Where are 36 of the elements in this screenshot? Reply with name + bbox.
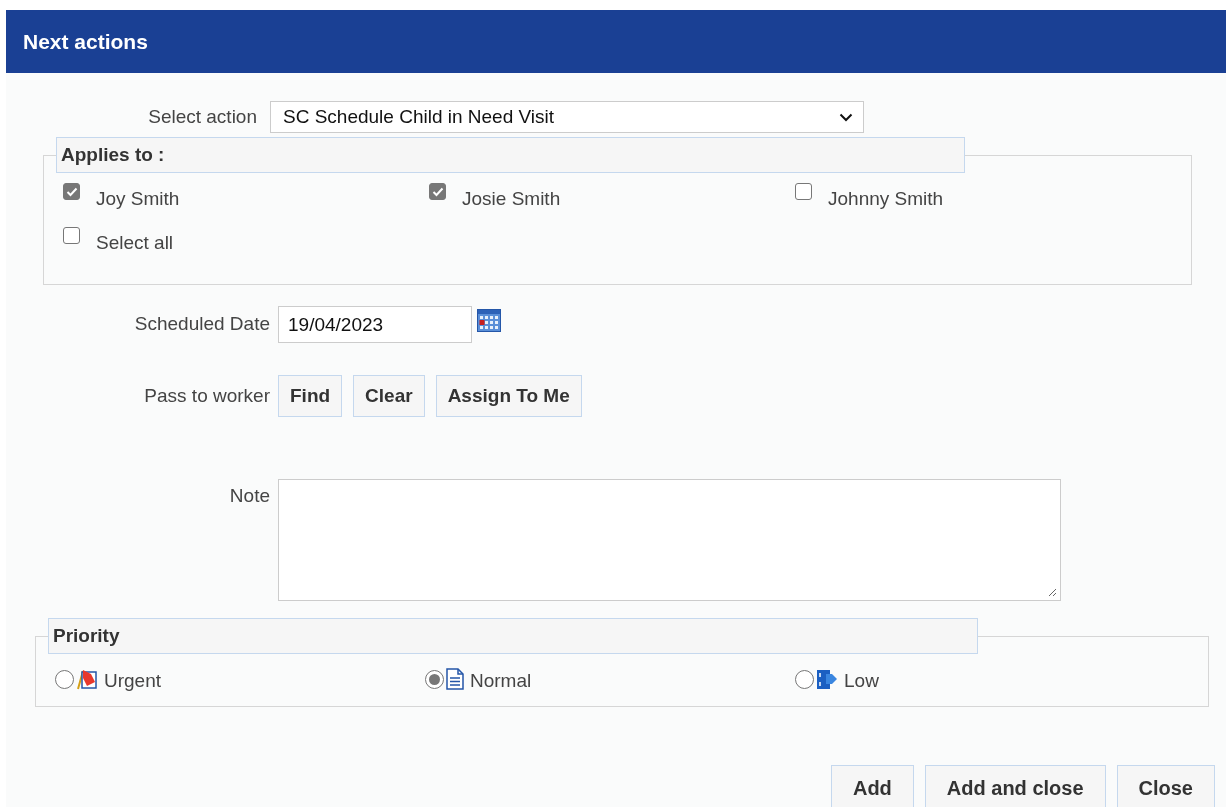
checkbox-label: Select all bbox=[96, 232, 174, 254]
radio-button[interactable] bbox=[795, 669, 814, 689]
field-label: Pass to worker bbox=[143, 385, 270, 407]
worker-button[interactable]: Clear bbox=[353, 375, 425, 417]
section-title: Priority bbox=[53, 625, 120, 647]
dialog-button[interactable]: Close bbox=[1116, 765, 1215, 807]
checkbox[interactable] bbox=[795, 183, 812, 200]
radio-button[interactable] bbox=[55, 669, 74, 689]
checkbox[interactable] bbox=[429, 183, 446, 200]
checkbox[interactable] bbox=[63, 183, 80, 200]
checkbox-label: Josie Smith bbox=[462, 188, 561, 210]
radio-button[interactable] bbox=[425, 669, 444, 689]
document-arrow-icon bbox=[816, 668, 838, 690]
section-title: Applies to : bbox=[61, 144, 165, 166]
date-field[interactable]: 19/04/2023 bbox=[278, 306, 472, 343]
action-dropdown[interactable]: SC Schedule Child in Need Visit bbox=[270, 101, 864, 133]
radio-label: Urgent bbox=[104, 670, 162, 692]
checkbox[interactable] bbox=[63, 227, 80, 244]
window-title: Next actions bbox=[23, 29, 148, 54]
checkbox-label: Johnny Smith bbox=[828, 188, 944, 210]
checkbox-label: Joy Smith bbox=[96, 188, 180, 210]
worker-button[interactable]: Assign To Me bbox=[435, 375, 582, 417]
field-label: Select action bbox=[147, 106, 258, 128]
flag-icon bbox=[76, 668, 98, 690]
document-icon bbox=[446, 668, 464, 690]
worker-button[interactable]: Find bbox=[278, 375, 343, 417]
radio-label: Normal bbox=[470, 670, 532, 692]
note-field[interactable] bbox=[278, 479, 1061, 601]
resize-grip-icon bbox=[1048, 588, 1057, 597]
dialog-button[interactable]: Add bbox=[830, 765, 914, 807]
field-label: Scheduled Date bbox=[133, 312, 270, 335]
radio-label: Low bbox=[844, 670, 879, 692]
chevron-down-icon bbox=[839, 112, 853, 122]
field-label: Note bbox=[228, 485, 270, 507]
calendar-icon[interactable] bbox=[477, 309, 501, 332]
dialog-button[interactable]: Add and close bbox=[924, 765, 1106, 807]
